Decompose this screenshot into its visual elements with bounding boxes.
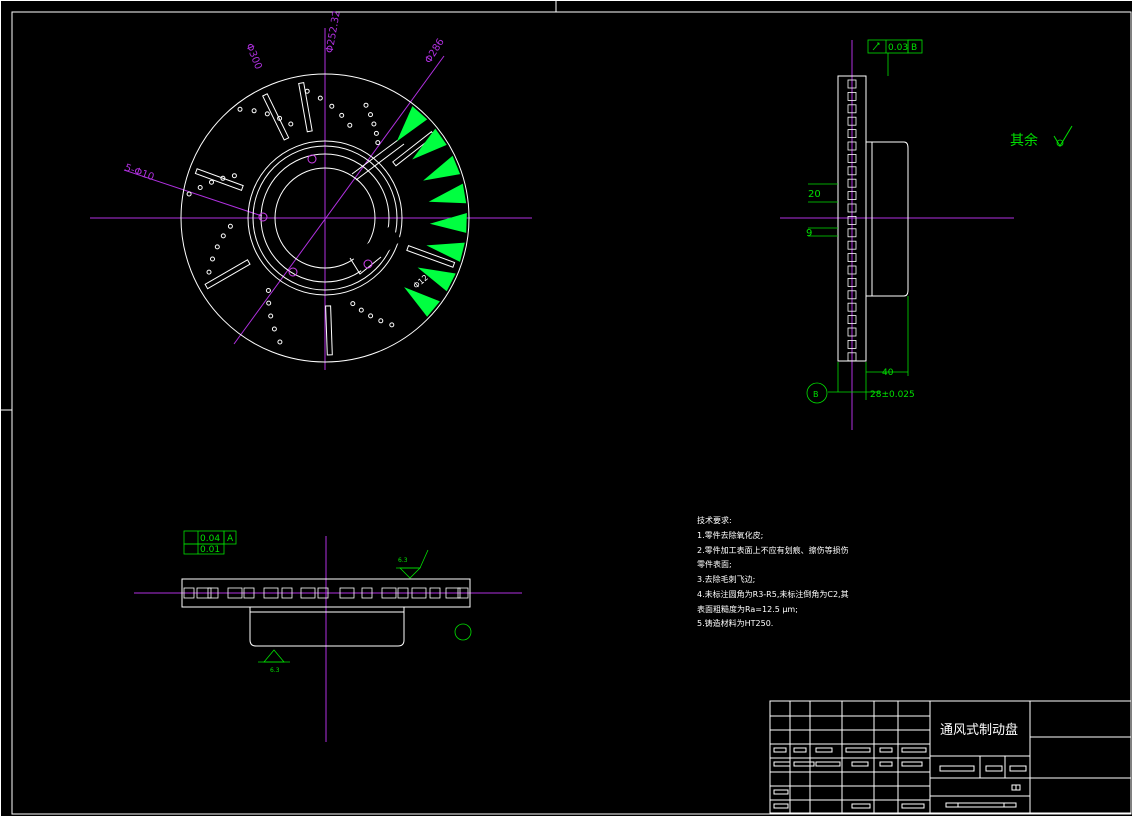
hatch-wedge [396,106,428,142]
drawing-frame [0,0,1133,817]
tech-line-5: 4.未标注圆角为R3-R5,未标注倒角为C2,其 [697,589,849,599]
drill-hole [277,339,283,345]
vent-slot [262,93,290,141]
surface-note: 其余 [1010,132,1038,149]
drill-hole [389,322,395,328]
part-name: 通风式制动盘 [940,722,1018,738]
drill-hole [186,191,192,197]
drill-hole [317,95,323,101]
dim-20: 20 [808,189,821,200]
dim-d300: Φ300 [243,42,263,71]
drill-hole [368,313,374,319]
section-hatch-wedges [396,106,467,317]
roughness-bottom: 6.3 [270,667,280,674]
drill-hole [237,106,243,112]
drill-hole [304,88,310,94]
tech-line-6: 表面粗糙度为Ra=12.5 μm; [697,604,798,614]
drill-hole [271,326,277,332]
tech-line-7: 5.铸造材料为HT250. [697,618,773,628]
drill-hole [251,108,257,114]
dim-d286: Φ286 [423,37,447,66]
tech-heading: 技术要求: [697,515,732,525]
top-view: Φ300 Φ252.32 Φ286 5-Φ10 Φ12 [90,10,532,370]
vent-slot [325,305,333,356]
top-view-centerlines [90,28,532,370]
dim-40: 40 [882,368,894,378]
vent-slot [204,259,251,290]
tech-line-2: 2.零件加工表面上不应有划痕、擦伤等损伤 [697,545,849,555]
drill-hole [220,233,226,239]
tech-requirements: 技术要求: 1.零件去除氧化皮; 2.零件加工表面上不应有划痕、擦伤等损伤 零件… [697,515,849,628]
drill-hole [266,300,272,306]
side-view: 20 9 40 28±0.025 B 0.03 B 其余 [780,39,1073,430]
side-dimensions [806,39,923,404]
drill-hole [227,223,233,229]
drill-hole [347,122,353,128]
dim-9: 9 [806,228,812,239]
drill-hole [339,112,345,118]
drill-hole [350,301,356,307]
tech-line-3: 零件表面; [697,559,732,569]
drill-hole [329,103,335,109]
drill-hole [214,244,220,250]
drill-hole [264,111,270,117]
drill-hole [209,179,214,185]
roughness-top: 6.3 [398,557,408,564]
hatch-wedge [423,155,461,181]
runout-datum: B [911,43,917,53]
drill-hole [368,112,373,118]
tech-line-1: 1.零件去除氧化皮; [697,530,763,540]
runout-value: 0.03 [888,43,908,53]
hatch-wedge [429,213,467,233]
drill-hole [358,307,364,313]
parallel-value: 0.01 [200,545,220,555]
drill-hole [288,121,294,127]
dim-holes: 5-Φ10 [123,162,155,183]
front-section-view: 0.04 A 0.01 6.3 6.3 [134,530,522,742]
dim-d12: Φ12 [412,273,430,290]
cad-drawing: Φ300 Φ252.32 Φ286 5-Φ10 Φ12 20 9 40 28±0… [0,0,1133,817]
drill-hole [268,313,274,319]
drill-hole [378,318,384,324]
hatch-wedge [428,183,467,204]
tech-line-4: 3.去除毛刺飞边; [697,574,755,584]
datum-b: B [813,390,819,399]
drill-hole [197,185,203,190]
drill-hole [206,269,212,275]
dim-28: 28±0.025 [870,390,915,400]
flatness-value: 0.04 [200,534,220,544]
title-block [769,700,1132,814]
drill-hole [373,130,379,136]
drilled-holes [186,88,395,345]
drill-hole [371,121,377,127]
drill-hole [375,140,381,146]
drill-hole [265,288,271,293]
drill-hole [231,173,237,179]
hatch-wedge [404,287,440,317]
front-dimensions [183,530,472,663]
dim-d252: Φ252.32 [325,10,343,54]
drill-hole [210,256,215,262]
drill-hole [363,102,369,108]
flatness-datum: A [227,534,234,544]
